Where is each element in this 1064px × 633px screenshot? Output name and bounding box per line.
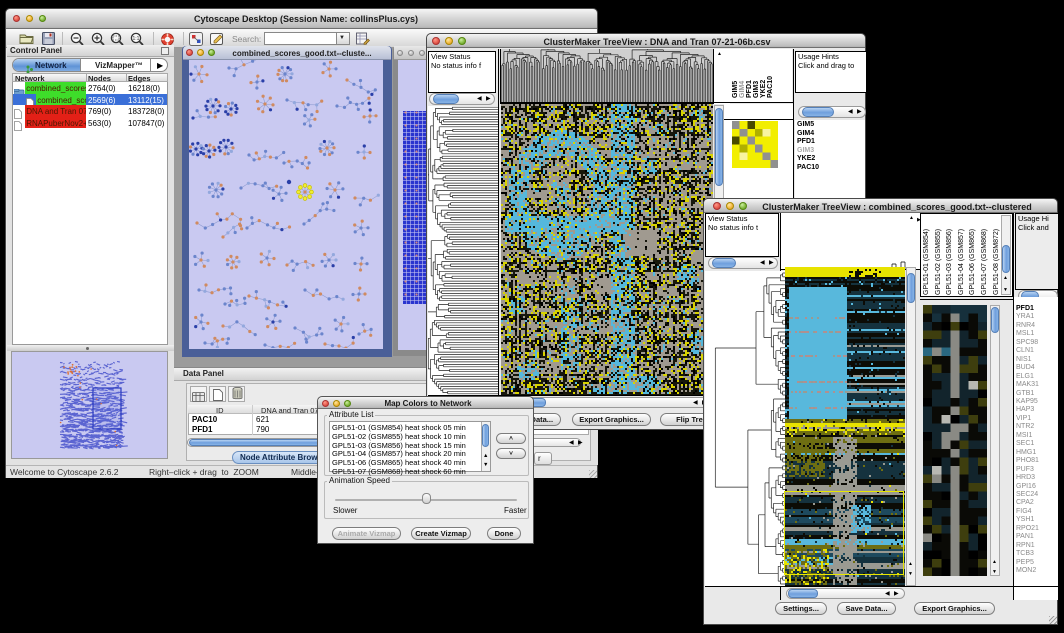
svg-text:1:1: 1:1 [133,36,140,42]
